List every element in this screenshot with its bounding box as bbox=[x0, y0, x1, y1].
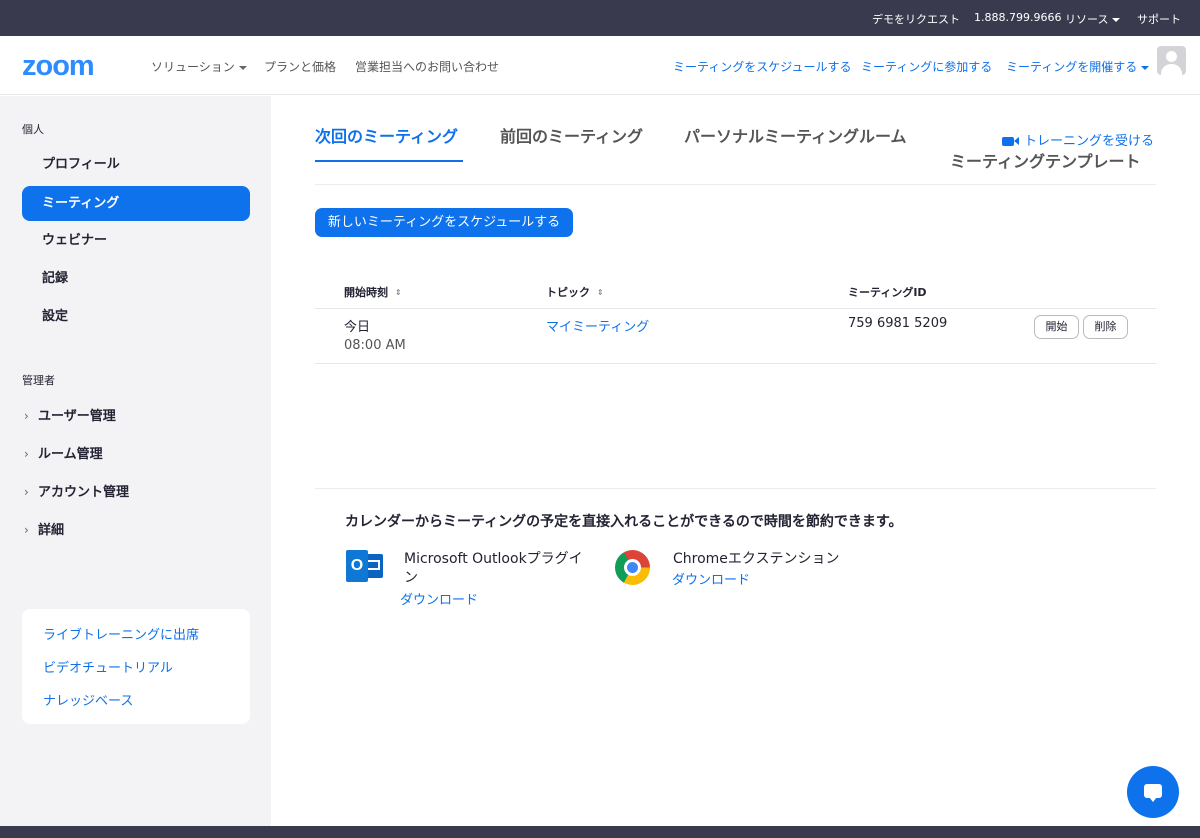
outlook-download-link[interactable]: ダウンロード bbox=[400, 589, 478, 608]
live-training-link[interactable]: ライブトレーニングに出席 bbox=[43, 624, 199, 643]
request-demo-link[interactable]: デモをリクエスト bbox=[872, 11, 960, 27]
resources-label: リソース bbox=[1065, 13, 1109, 26]
bottom-bar bbox=[0, 826, 1200, 838]
chat-bubble-icon bbox=[1144, 784, 1162, 798]
user-avatar[interactable] bbox=[1157, 46, 1186, 75]
sidebar-item-profile[interactable]: プロフィール bbox=[22, 147, 250, 182]
table-row-divider bbox=[315, 363, 1156, 364]
meeting-date: 今日 bbox=[344, 320, 371, 335]
calendar-section-divider bbox=[315, 488, 1156, 489]
sidebar: 個人 プロフィール ミーティング ウェビナー 記録 設定 管理者 › ユーザー管理… bbox=[0, 96, 271, 826]
chat-button[interactable] bbox=[1127, 766, 1179, 818]
sidebar-item-account-management[interactable]: › アカウント管理 bbox=[22, 477, 250, 507]
sidebar-item-room-management[interactable]: › ルーム管理 bbox=[22, 439, 250, 469]
tab-upcoming-meetings[interactable]: 次回のミーティング bbox=[315, 123, 458, 147]
sidebar-item-label: ルーム管理 bbox=[38, 447, 103, 462]
outlook-icon: O bbox=[346, 548, 383, 585]
calendar-section-title: カレンダーからミーティングの予定を直接入れることができるので時間を節約できます。 bbox=[345, 514, 903, 530]
chevron-right-icon: › bbox=[24, 485, 29, 499]
sidebar-item-label: 詳細 bbox=[38, 523, 65, 538]
schedule-new-meeting-button[interactable]: 新しいミーティングをスケジュールする bbox=[315, 208, 573, 237]
table-header-divider bbox=[315, 308, 1156, 309]
video-tutorials-link[interactable]: ビデオチュートリアル bbox=[43, 657, 173, 676]
personal-section-title: 個人 bbox=[22, 123, 44, 136]
get-training-link[interactable]: トレーニングを受ける bbox=[1002, 130, 1154, 149]
sidebar-item-advanced[interactable]: › 詳細 bbox=[22, 515, 250, 545]
chevron-down-icon bbox=[1112, 18, 1121, 22]
schedule-meeting-link[interactable]: ミーティングをスケジュールする bbox=[673, 58, 851, 75]
sidebar-item-label: ユーザー管理 bbox=[38, 409, 116, 424]
chevron-down-icon bbox=[1141, 65, 1150, 70]
knowledge-base-link[interactable]: ナレッジベース bbox=[43, 690, 133, 709]
admin-section-title: 管理者 bbox=[22, 374, 55, 387]
sidebar-item-webinars[interactable]: ウェビナー bbox=[22, 223, 250, 258]
delete-meeting-button[interactable]: 削除 bbox=[1083, 315, 1128, 339]
solutions-menu[interactable]: ソリューション bbox=[151, 58, 247, 75]
chrome-download-link[interactable]: ダウンロード bbox=[672, 569, 750, 588]
tab-meeting-templates[interactable]: ミーティングテンプレート bbox=[950, 148, 1141, 172]
chrome-extension-name: Chromeエクステンション bbox=[673, 551, 840, 567]
sidebar-item-user-management[interactable]: › ユーザー管理 bbox=[22, 401, 250, 431]
sort-icon: ⇕ bbox=[395, 288, 402, 297]
chevron-right-icon: › bbox=[24, 447, 29, 461]
resources-menu[interactable]: リソース bbox=[1065, 11, 1121, 27]
column-header-topic[interactable]: トピック ⇕ bbox=[546, 284, 604, 300]
column-header-meeting-id: ミーティングID bbox=[848, 286, 927, 299]
plans-pricing-link[interactable]: プランと価格 bbox=[264, 58, 336, 75]
tabs-divider bbox=[315, 184, 1156, 185]
column-header-start-time[interactable]: 開始時刻 ⇕ bbox=[344, 284, 402, 300]
sort-icon: ⇕ bbox=[597, 288, 604, 297]
meeting-time: 08:00 AM bbox=[344, 338, 406, 353]
sidebar-item-settings[interactable]: 設定 bbox=[22, 299, 250, 334]
sidebar-item-meetings[interactable]: ミーティング bbox=[22, 186, 250, 221]
chevron-right-icon: › bbox=[24, 523, 29, 537]
join-meeting-link[interactable]: ミーティングに参加する bbox=[861, 58, 992, 75]
main-header: zoom ソリューション プランと価格 営業担当へのお問い合わせ ミーティングを… bbox=[0, 36, 1200, 95]
meeting-id: 759 6981 5209 bbox=[848, 316, 948, 331]
chevron-down-icon bbox=[238, 65, 247, 70]
tab-personal-meeting-room[interactable]: パーソナルミーティングルーム bbox=[684, 123, 907, 147]
outlook-plugin-name: Microsoft Outlookプラグイン bbox=[404, 551, 583, 586]
tab-previous-meetings[interactable]: 前回のミーティング bbox=[500, 123, 643, 147]
host-meeting-label: ミーティングを開催する bbox=[1006, 60, 1138, 74]
sidebar-item-label: アカウント管理 bbox=[38, 485, 130, 500]
contact-sales-link[interactable]: 営業担当へのお問い合わせ bbox=[355, 58, 499, 75]
chevron-right-icon: › bbox=[24, 409, 29, 423]
chrome-icon bbox=[615, 550, 650, 585]
top-bar: デモをリクエスト 1.888.799.9666 リソース サポート bbox=[0, 0, 1200, 36]
help-links-box: ライブトレーニングに出席 ビデオチュートリアル ナレッジベース bbox=[22, 609, 250, 724]
phone-number[interactable]: 1.888.799.9666 bbox=[974, 11, 1061, 24]
get-training-label: トレーニングを受ける bbox=[1024, 134, 1155, 149]
active-tab-indicator bbox=[315, 160, 463, 162]
video-camera-icon bbox=[1002, 136, 1019, 147]
host-meeting-menu[interactable]: ミーティングを開催する bbox=[1006, 58, 1150, 75]
solutions-label: ソリューション bbox=[151, 60, 235, 74]
zoom-logo[interactable]: zoom bbox=[22, 50, 95, 83]
meeting-topic-link[interactable]: マイミーティング bbox=[546, 316, 649, 335]
sidebar-item-recordings[interactable]: 記録 bbox=[22, 261, 250, 296]
start-meeting-button[interactable]: 開始 bbox=[1034, 315, 1079, 339]
support-link[interactable]: サポート bbox=[1137, 11, 1181, 27]
